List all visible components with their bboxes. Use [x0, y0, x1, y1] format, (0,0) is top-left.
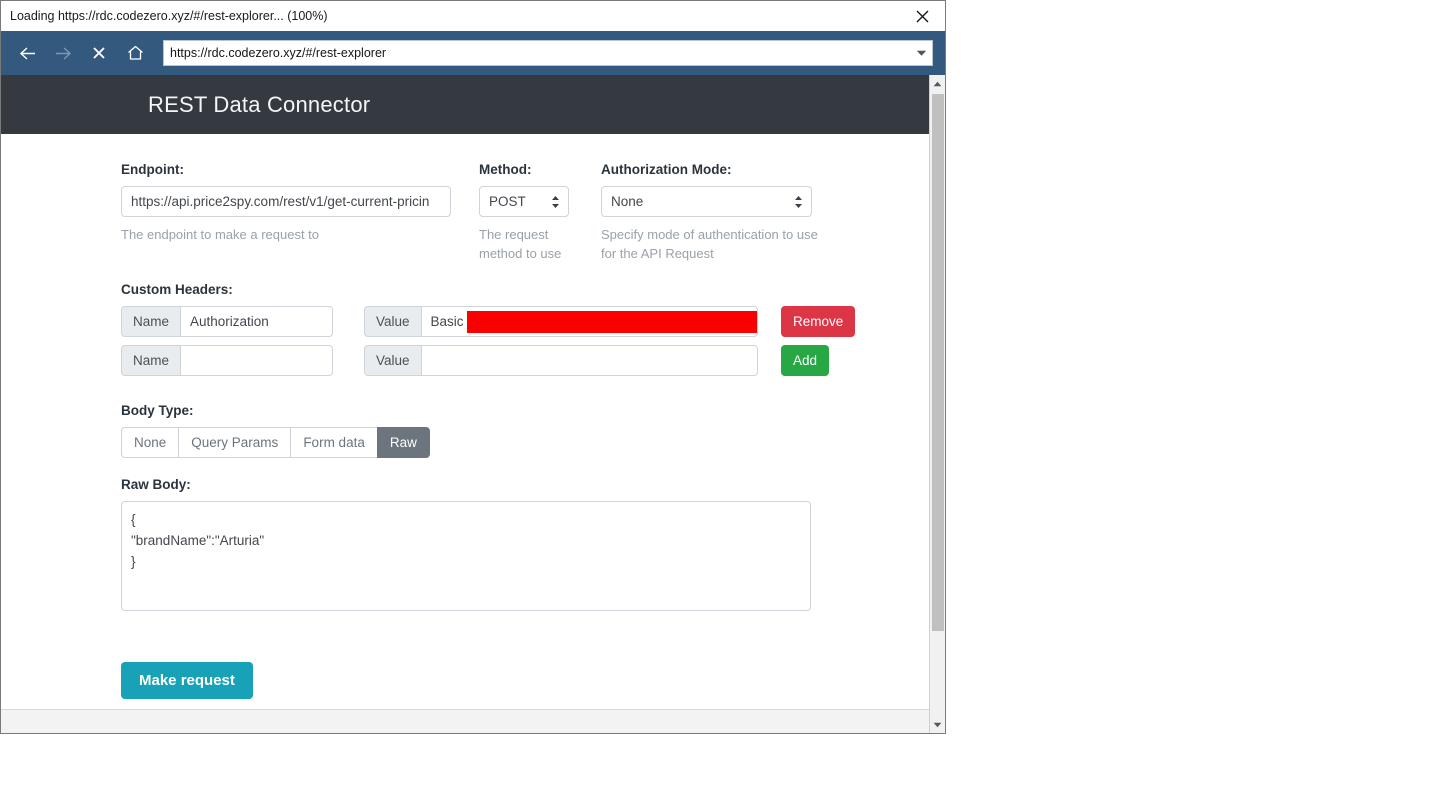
add-header-button[interactable]: Add	[781, 345, 830, 376]
header-name-group-1: Name Authorization	[121, 306, 334, 337]
method-field-group: Method: POST The request method to use	[479, 162, 601, 263]
endpoint-field-group: Endpoint: The endpoint to make a request…	[121, 162, 479, 244]
header-row: Name Value Add	[121, 345, 911, 376]
authorization-select[interactable]: None	[601, 186, 812, 217]
endpoint-input[interactable]	[121, 186, 451, 217]
method-help-text: The request method to use	[479, 225, 601, 263]
vertical-scrollbar[interactable]	[929, 75, 945, 733]
scroll-down-arrow-icon[interactable]	[930, 716, 945, 733]
body-type-option-none[interactable]: None	[121, 427, 179, 458]
method-help-line2: method to use	[479, 246, 562, 261]
header-value-group-1: Value Basic	[364, 306, 758, 337]
header-value-addon-1: Value	[364, 306, 421, 337]
browser-window: Loading https://rdc.codezero.xyz/#/rest-…	[0, 0, 946, 734]
request-config-row: Endpoint: The endpoint to make a request…	[121, 162, 831, 263]
page-viewport: REST Data Connector Endpoint: The endpoi…	[1, 75, 945, 733]
method-label: Method:	[479, 162, 532, 177]
web-page: REST Data Connector Endpoint: The endpoi…	[1, 75, 931, 733]
body-type-label: Body Type:	[121, 403, 194, 418]
body-type-section: Body Type: None Query Params Form data R…	[121, 403, 430, 458]
endpoint-help-text: The endpoint to make a request to	[121, 227, 320, 242]
scroll-up-arrow-icon[interactable]	[930, 75, 945, 92]
updown-chevron-icon	[794, 195, 803, 209]
authorization-label: Authorization Mode:	[601, 162, 732, 177]
method-select[interactable]: POST	[479, 186, 569, 217]
endpoint-label: Endpoint:	[121, 162, 184, 177]
page-title: REST Data Connector	[148, 91, 371, 117]
stop-loading-icon[interactable]	[85, 39, 113, 67]
header-value-addon-2: Value	[364, 345, 421, 376]
app-header: REST Data Connector	[1, 75, 931, 134]
body-type-button-group: None Query Params Form data Raw	[121, 427, 430, 458]
body-type-option-query-params[interactable]: Query Params	[178, 427, 291, 458]
authorization-field-group: Authorization Mode: None Specify mode of…	[601, 162, 831, 263]
authorization-select-value: None	[611, 194, 644, 209]
header-value-input-2[interactable]	[420, 345, 758, 376]
body-type-option-raw[interactable]: Raw	[376, 427, 430, 458]
authorization-help-text: Specify mode of authentication to use fo…	[601, 225, 831, 263]
header-name-addon-1: Name	[121, 306, 181, 337]
page-footer	[1, 709, 931, 733]
browser-toolbar: https://rdc.codezero.xyz/#/rest-explorer	[1, 31, 945, 75]
custom-headers-section: Custom Headers: Name Authorization Value	[121, 282, 911, 384]
submit-section: Make request	[121, 662, 253, 699]
remove-header-button[interactable]: Remove	[781, 306, 856, 337]
header-name-input-1[interactable]: Authorization	[180, 306, 334, 337]
body-type-option-form-data[interactable]: Form data	[290, 427, 377, 458]
forward-arrow-icon	[49, 39, 77, 67]
scrollbar-thumb[interactable]	[932, 94, 944, 631]
header-name-group-2: Name	[121, 345, 334, 376]
raw-body-label: Raw Body:	[121, 477, 191, 492]
make-request-button[interactable]: Make request	[121, 662, 253, 699]
chevron-down-icon[interactable]	[910, 41, 932, 65]
back-arrow-icon[interactable]	[13, 39, 41, 67]
screen: Loading https://rdc.codezero.xyz/#/rest-…	[0, 0, 1440, 810]
close-icon[interactable]	[899, 1, 945, 31]
redaction-overlay	[466, 310, 757, 333]
header-value-text-1: Basic	[430, 314, 464, 329]
address-bar-url: https://rdc.codezero.xyz/#/rest-explorer	[170, 46, 387, 60]
header-value-input-1[interactable]: Basic	[420, 306, 758, 337]
page-content: Endpoint: The endpoint to make a request…	[1, 134, 931, 699]
custom-headers-label: Custom Headers:	[121, 282, 233, 297]
header-value-group-2: Value	[364, 345, 758, 376]
raw-body-section: Raw Body:	[121, 477, 811, 616]
home-icon[interactable]	[121, 39, 149, 67]
header-name-value-1: Authorization	[190, 314, 269, 329]
window-titlebar: Loading https://rdc.codezero.xyz/#/rest-…	[1, 1, 945, 31]
authorization-help-line1: Specify mode of authentication to use	[601, 227, 818, 242]
address-bar[interactable]: https://rdc.codezero.xyz/#/rest-explorer	[163, 40, 933, 66]
method-select-value: POST	[489, 194, 526, 209]
header-name-addon-2: Name	[121, 345, 181, 376]
header-name-input-2[interactable]	[180, 345, 334, 376]
header-row: Name Authorization Value Basic Remove	[121, 306, 911, 337]
updown-chevron-icon	[551, 195, 560, 209]
authorization-help-line2: for the API Request	[601, 246, 714, 261]
raw-body-textarea[interactable]	[121, 501, 811, 611]
window-title: Loading https://rdc.codezero.xyz/#/rest-…	[10, 9, 328, 23]
method-help-line1: The request	[479, 227, 549, 242]
